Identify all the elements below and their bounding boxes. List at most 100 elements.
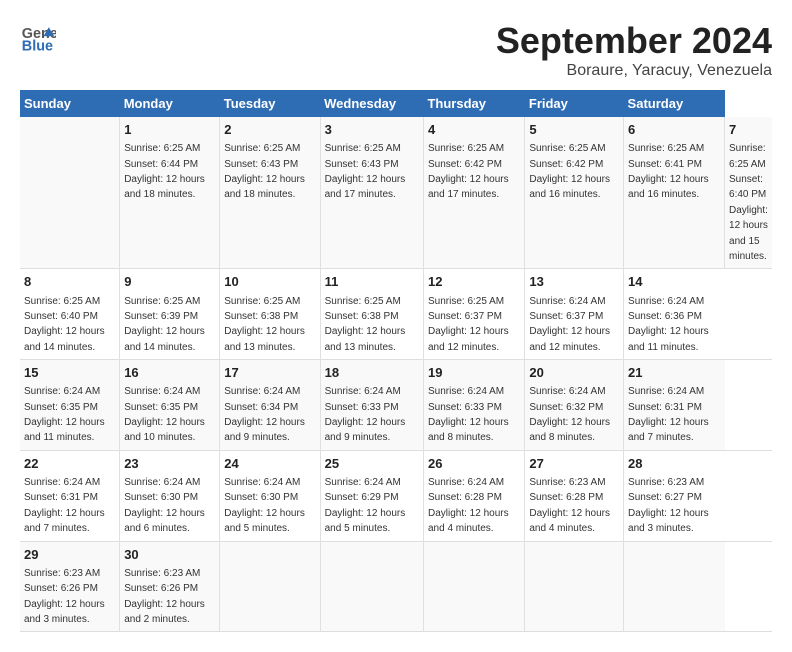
day-cell: 2 Sunrise: 6:25 AMSunset: 6:43 PMDaylight… — [220, 117, 320, 269]
col-header-saturday: Saturday — [624, 90, 725, 117]
week-row-3: 15 Sunrise: 6:24 AMSunset: 6:35 PMDayligh… — [20, 360, 772, 451]
day-info: Sunrise: 6:24 AMSunset: 6:33 PMDaylight:… — [428, 386, 509, 443]
day-number: 12 — [428, 273, 520, 291]
day-cell: 3 Sunrise: 6:25 AMSunset: 6:43 PMDaylight… — [320, 117, 423, 269]
day-info: Sunrise: 6:25 AMSunset: 6:43 PMDaylight:… — [325, 143, 406, 200]
day-number: 2 — [224, 121, 315, 139]
day-cell: 9 Sunrise: 6:25 AMSunset: 6:39 PMDaylight… — [120, 269, 220, 360]
day-cell: 24Sunrise: 6:24 AMSunset: 6:30 PMDayligh… — [220, 450, 320, 541]
day-info: Sunrise: 6:25 AMSunset: 6:41 PMDaylight:… — [628, 143, 709, 200]
day-number: 27 — [529, 455, 619, 473]
day-number: 5 — [529, 121, 619, 139]
day-number: 29 — [24, 546, 115, 564]
day-cell — [624, 541, 725, 632]
day-cell: 25 Sunrise: 6:24 AMSunset: 6:29 PMDayligh… — [320, 450, 423, 541]
calendar-table: SundayMondayTuesdayWednesdayThursdayFrid… — [20, 90, 772, 632]
svg-text:Blue: Blue — [22, 39, 53, 55]
day-cell: 28 Sunrise: 6:23 AMSunset: 6:27 PMDayligh… — [624, 450, 725, 541]
day-cell: 30 Sunrise: 6:23 AMSunset: 6:26 PMDayligh… — [120, 541, 220, 632]
day-number: 10 — [224, 273, 315, 291]
day-cell: 14Sunrise: 6:24 AMSunset: 6:36 PMDayligh… — [624, 269, 725, 360]
day-cell: 4Sunrise: 6:25 AMSunset: 6:42 PMDaylight… — [423, 117, 524, 269]
day-info: Sunrise: 6:25 AMSunset: 6:44 PMDaylight:… — [124, 143, 205, 200]
day-cell: 7 Sunrise: 6:25 AMSunset: 6:40 PMDaylight… — [725, 117, 772, 269]
day-info: Sunrise: 6:23 AMSunset: 6:26 PMDaylight:… — [124, 568, 205, 625]
day-info: Sunrise: 6:25 AMSunset: 6:40 PMDaylight:… — [729, 143, 768, 262]
day-number: 30 — [124, 546, 215, 564]
week-row-5: 29 Sunrise: 6:23 AMSunset: 6:26 PMDayligh… — [20, 541, 772, 632]
day-cell: 8 Sunrise: 6:25 AMSunset: 6:40 PMDaylight… — [20, 269, 120, 360]
day-number: 6 — [628, 121, 720, 139]
day-number: 18 — [325, 364, 419, 382]
day-cell: 27 Sunrise: 6:23 AMSunset: 6:28 PMDayligh… — [525, 450, 624, 541]
day-cell: 10 Sunrise: 6:25 AMSunset: 6:38 PMDayligh… — [220, 269, 320, 360]
day-cell — [525, 541, 624, 632]
day-cell: 20 Sunrise: 6:24 AMSunset: 6:32 PMDayligh… — [525, 360, 624, 451]
day-number: 25 — [325, 455, 419, 473]
day-cell: 1 Sunrise: 6:25 AMSunset: 6:44 PMDaylight… — [120, 117, 220, 269]
subtitle: Boraure, Yaracuy, Venezuela — [496, 62, 772, 80]
day-info: Sunrise: 6:24 AMSunset: 6:28 PMDaylight:… — [428, 477, 509, 534]
header: General Blue September 2024 Boraure, Yar… — [20, 20, 772, 80]
day-info: Sunrise: 6:25 AMSunset: 6:42 PMDaylight:… — [428, 143, 509, 200]
col-header-friday: Friday — [525, 90, 624, 117]
day-info: Sunrise: 6:25 AMSunset: 6:37 PMDaylight:… — [428, 296, 509, 353]
day-number: 20 — [529, 364, 619, 382]
day-cell: 15Sunrise: 6:24 AMSunset: 6:35 PMDayligh… — [20, 360, 120, 451]
day-cell: 13Sunrise: 6:24 AMSunset: 6:37 PMDayligh… — [525, 269, 624, 360]
day-number: 11 — [325, 273, 419, 291]
day-cell: 23 Sunrise: 6:24 AMSunset: 6:30 PMDayligh… — [120, 450, 220, 541]
main-title: September 2024 — [496, 20, 772, 62]
day-cell — [320, 541, 423, 632]
day-info: Sunrise: 6:25 AMSunset: 6:40 PMDaylight:… — [24, 296, 105, 353]
col-header-thursday: Thursday — [423, 90, 524, 117]
day-info: Sunrise: 6:25 AMSunset: 6:43 PMDaylight:… — [224, 143, 305, 200]
day-number: 23 — [124, 455, 215, 473]
day-cell: 22 Sunrise: 6:24 AMSunset: 6:31 PMDayligh… — [20, 450, 120, 541]
day-cell — [423, 541, 524, 632]
day-info: Sunrise: 6:24 AMSunset: 6:29 PMDaylight:… — [325, 477, 406, 534]
day-number: 14 — [628, 273, 720, 291]
day-number: 3 — [325, 121, 419, 139]
day-number: 24 — [224, 455, 315, 473]
day-number: 19 — [428, 364, 520, 382]
day-info: Sunrise: 6:24 AMSunset: 6:31 PMDaylight:… — [628, 386, 709, 443]
day-info: Sunrise: 6:24 AMSunset: 6:31 PMDaylight:… — [24, 477, 105, 534]
day-number: 8 — [24, 273, 115, 291]
day-cell: 12 Sunrise: 6:25 AMSunset: 6:37 PMDayligh… — [423, 269, 524, 360]
day-info: Sunrise: 6:24 AMSunset: 6:30 PMDaylight:… — [124, 477, 205, 534]
day-info: Sunrise: 6:24 AMSunset: 6:33 PMDaylight:… — [325, 386, 406, 443]
day-number: 28 — [628, 455, 720, 473]
logo-icon: General Blue — [20, 20, 56, 56]
day-info: Sunrise: 6:25 AMSunset: 6:38 PMDaylight:… — [224, 296, 305, 353]
day-cell: 18 Sunrise: 6:24 AMSunset: 6:33 PMDayligh… — [320, 360, 423, 451]
day-number: 26 — [428, 455, 520, 473]
col-header-monday: Monday — [120, 90, 220, 117]
calendar-header-row: SundayMondayTuesdayWednesdayThursdayFrid… — [20, 90, 772, 117]
day-number: 9 — [124, 273, 215, 291]
day-info: Sunrise: 6:23 AMSunset: 6:27 PMDaylight:… — [628, 477, 709, 534]
col-header-tuesday: Tuesday — [220, 90, 320, 117]
day-info: Sunrise: 6:25 AMSunset: 6:39 PMDaylight:… — [124, 296, 205, 353]
day-number: 22 — [24, 455, 115, 473]
day-cell: 11Sunrise: 6:25 AMSunset: 6:38 PMDayligh… — [320, 269, 423, 360]
day-info: Sunrise: 6:24 AMSunset: 6:32 PMDaylight:… — [529, 386, 610, 443]
day-cell: 16Sunrise: 6:24 AMSunset: 6:35 PMDayligh… — [120, 360, 220, 451]
day-number: 15 — [24, 364, 115, 382]
day-info: Sunrise: 6:24 AMSunset: 6:35 PMDaylight:… — [124, 386, 205, 443]
day-number: 1 — [124, 121, 215, 139]
week-row-2: 8 Sunrise: 6:25 AMSunset: 6:40 PMDaylight… — [20, 269, 772, 360]
day-info: Sunrise: 6:23 AMSunset: 6:26 PMDaylight:… — [24, 568, 105, 625]
day-number: 7 — [729, 121, 768, 139]
day-cell: 6 Sunrise: 6:25 AMSunset: 6:41 PMDaylight… — [624, 117, 725, 269]
day-cell: 17Sunrise: 6:24 AMSunset: 6:34 PMDayligh… — [220, 360, 320, 451]
day-cell: 26 Sunrise: 6:24 AMSunset: 6:28 PMDayligh… — [423, 450, 524, 541]
day-cell: 19 Sunrise: 6:24 AMSunset: 6:33 PMDayligh… — [423, 360, 524, 451]
day-number: 21 — [628, 364, 720, 382]
day-cell: 5 Sunrise: 6:25 AMSunset: 6:42 PMDaylight… — [525, 117, 624, 269]
day-info: Sunrise: 6:25 AMSunset: 6:42 PMDaylight:… — [529, 143, 610, 200]
title-section: September 2024 Boraure, Yaracuy, Venezue… — [496, 20, 772, 80]
col-header-wednesday: Wednesday — [320, 90, 423, 117]
day-info: Sunrise: 6:23 AMSunset: 6:28 PMDaylight:… — [529, 477, 610, 534]
col-header-sunday: Sunday — [20, 90, 120, 117]
